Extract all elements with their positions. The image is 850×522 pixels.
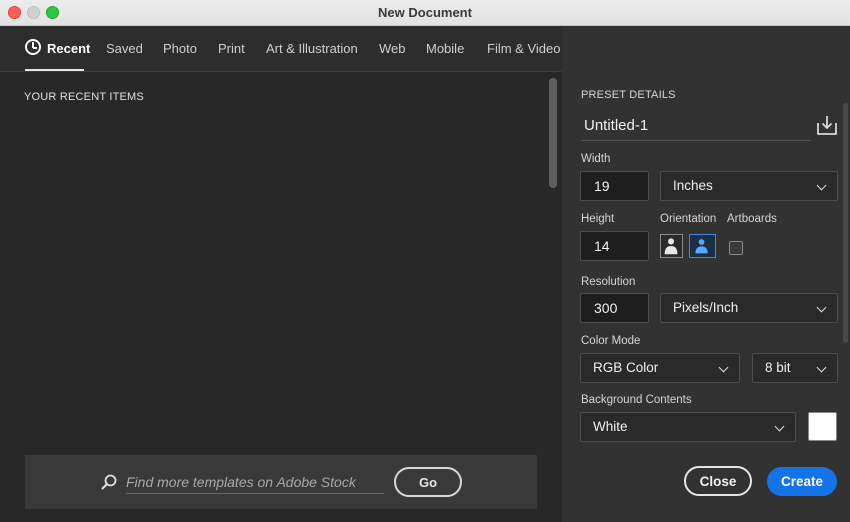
document-name-field[interactable]: Untitled-1 (581, 115, 811, 141)
create-button[interactable]: Create (767, 467, 837, 496)
chevron-down-icon (774, 421, 785, 432)
active-tab-indicator (25, 69, 84, 71)
bit-depth-select[interactable]: 8 bit (752, 353, 838, 383)
tab-art-illustration[interactable]: Art & Illustration (266, 41, 358, 56)
clock-icon (25, 39, 41, 55)
width-input[interactable]: 19 (580, 171, 649, 201)
background-contents-select[interactable]: White (580, 412, 796, 442)
landscape-orientation-button[interactable] (689, 234, 716, 258)
chevron-down-icon (816, 302, 827, 313)
background-color-swatch[interactable] (808, 412, 837, 441)
preset-details-panel: PRESET DETAILS Untitled-1 Width 19 Inche… (562, 26, 850, 522)
chevron-down-icon (816, 180, 827, 191)
close-button[interactable]: Close (684, 466, 752, 496)
artboards-label: Artboards (727, 213, 777, 225)
color-mode-label: Color Mode (581, 335, 641, 347)
width-unit-select[interactable]: Inches (660, 171, 838, 201)
resolution-input[interactable]: 300 (580, 293, 649, 323)
scrollbar[interactable] (549, 78, 557, 188)
title-bar: New Document (0, 0, 850, 26)
orientation-label: Orientation (660, 213, 717, 225)
background-contents-label: Background Contents (581, 394, 692, 406)
go-button[interactable]: Go (394, 467, 462, 497)
height-input[interactable]: 14 (580, 231, 649, 261)
save-preset-icon[interactable] (816, 114, 838, 136)
height-label: Height (581, 213, 615, 225)
artboards-checkbox[interactable] (729, 241, 743, 255)
tab-film-video[interactable]: Film & Video (487, 41, 560, 56)
tab-recent[interactable]: Recent (47, 41, 90, 56)
panel-scrollbar[interactable] (843, 103, 848, 343)
tab-print[interactable]: Print (218, 41, 245, 56)
tab-mobile[interactable]: Mobile (426, 41, 464, 56)
adobe-stock-search-bar: Go (25, 455, 537, 509)
tab-photo[interactable]: Photo (163, 41, 197, 56)
resolution-label: Resolution (581, 276, 636, 288)
color-mode-select[interactable]: RGB Color (580, 353, 740, 383)
preset-details-heading: PRESET DETAILS (581, 89, 676, 101)
tab-web[interactable]: Web (379, 41, 406, 56)
color-mode-value: RGB Color (593, 360, 659, 375)
portrait-orientation-button[interactable] (660, 234, 683, 258)
chevron-down-icon (718, 362, 729, 373)
resolution-unit-value: Pixels/Inch (673, 300, 739, 315)
width-unit-value: Inches (673, 178, 713, 193)
bit-depth-value: 8 bit (765, 360, 791, 375)
background-contents-value: White (593, 419, 628, 434)
landscape-person-icon (695, 239, 708, 254)
recent-items-area: YOUR RECENT ITEMS Go (0, 72, 562, 522)
chevron-down-icon (816, 362, 827, 373)
category-tabs: Recent Saved Photo Print Art & Illustrat… (0, 26, 562, 72)
tab-saved[interactable]: Saved (106, 41, 143, 56)
recent-items-heading: YOUR RECENT ITEMS (24, 91, 144, 103)
portrait-person-icon (664, 238, 678, 255)
resolution-unit-select[interactable]: Pixels/Inch (660, 293, 838, 323)
window-title: New Document (378, 5, 472, 20)
stock-search-input[interactable] (126, 470, 384, 494)
search-icon (101, 474, 117, 490)
width-label: Width (581, 153, 611, 165)
